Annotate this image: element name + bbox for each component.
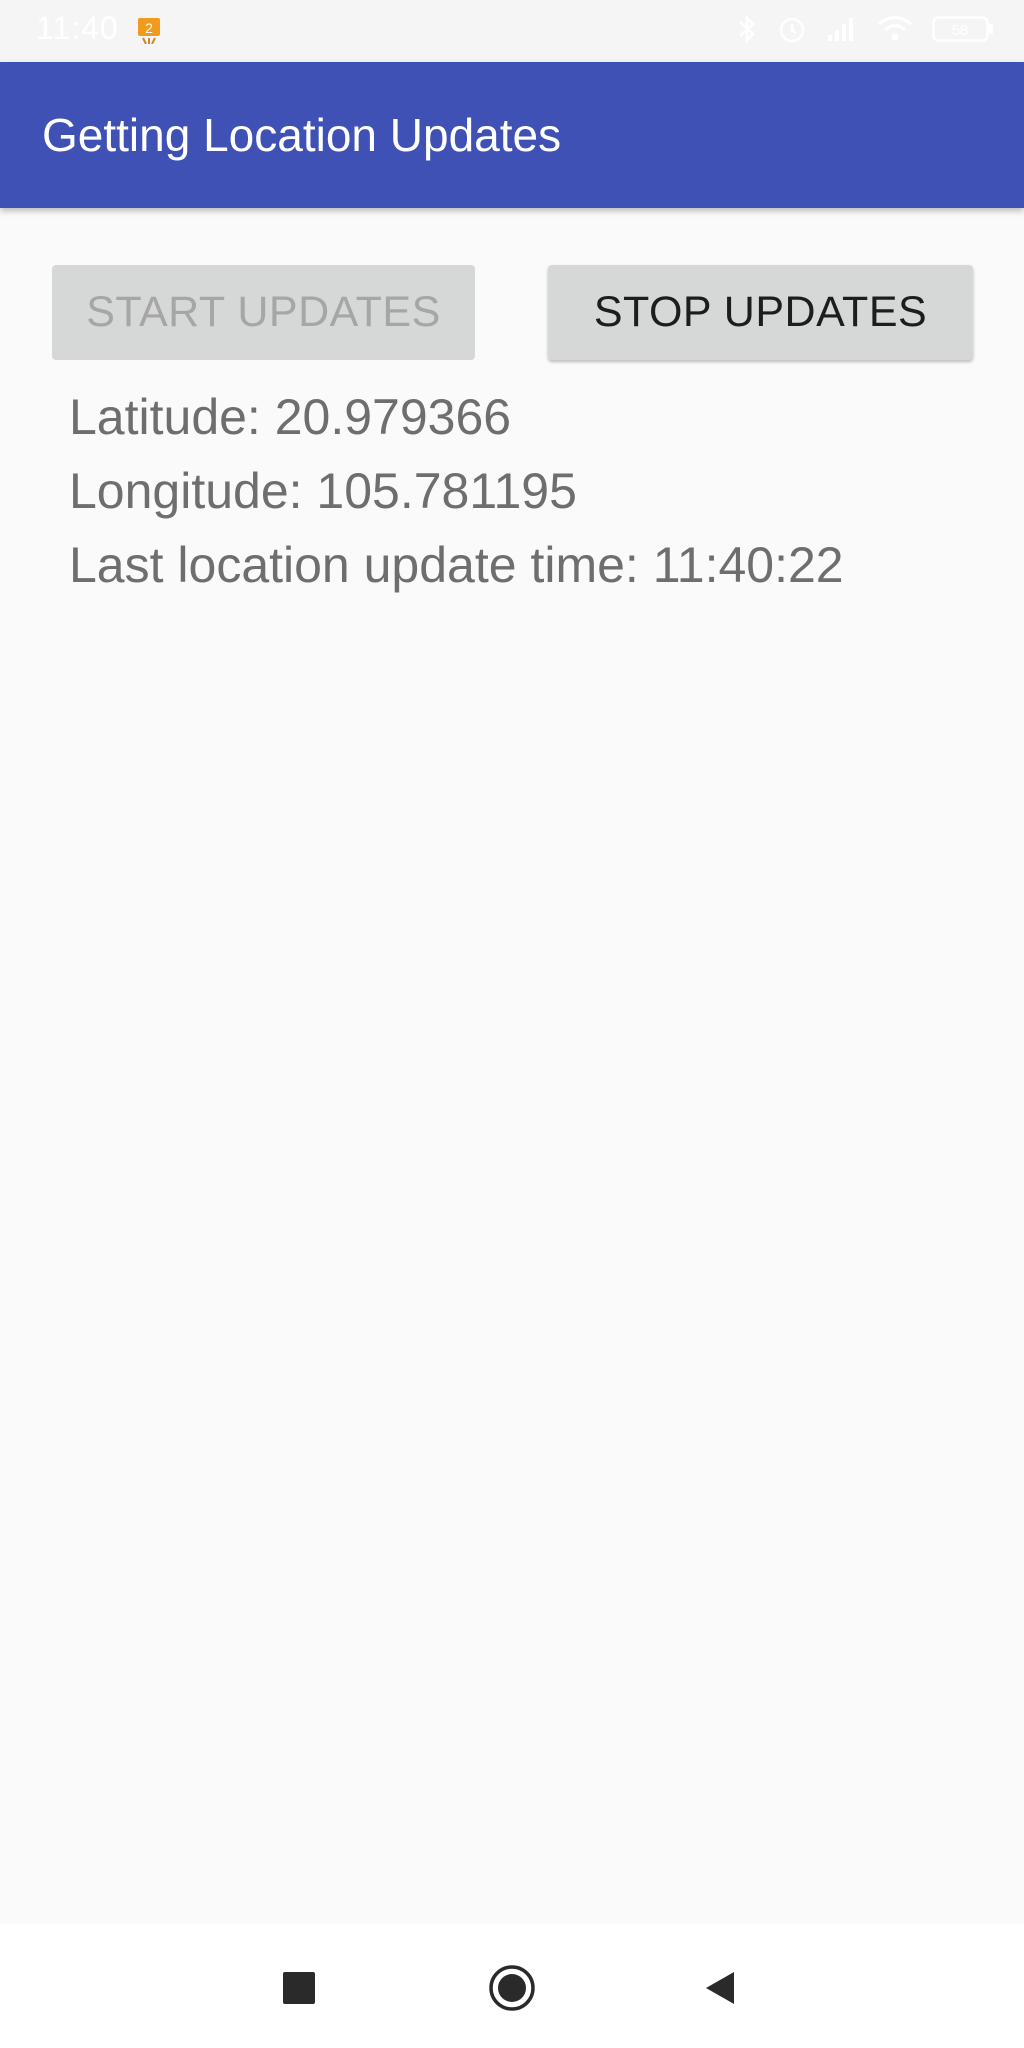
notification-badge: 2 [145, 20, 153, 36]
signal-icon [826, 15, 858, 48]
longitude-text: Longitude: 105.781195 [69, 463, 577, 519]
stop-updates-button[interactable]: STOP UPDATES [548, 265, 973, 360]
battery-level: 58 [952, 22, 969, 39]
back-icon[interactable] [704, 1970, 736, 2011]
bluetooth-icon [736, 14, 758, 49]
latitude-text: Latitude: 20.979366 [69, 389, 512, 445]
app-title: Getting Location Updates [42, 109, 562, 161]
screen: 11:40 2 58 Getting Location Updates STAR… [0, 0, 1024, 2048]
wifi-icon [876, 15, 914, 48]
home-icon[interactable] [488, 1964, 536, 2017]
navigation-bar [0, 1924, 1024, 2048]
recents-icon[interactable] [283, 1972, 315, 2009]
last-update-time-text: Last location update time: 11:40:22 [69, 537, 844, 593]
battery-icon: 58 [932, 14, 994, 49]
status-bar: 11:40 2 58 [0, 0, 1024, 62]
alarm-icon [776, 13, 808, 50]
notification-icon: 2 [137, 18, 161, 45]
app-bar: Getting Location Updates [0, 62, 1024, 208]
status-icons: 58 [736, 14, 994, 48]
start-updates-button[interactable]: START UPDATES [52, 265, 475, 360]
status-time: 11:40 [36, 10, 119, 46]
